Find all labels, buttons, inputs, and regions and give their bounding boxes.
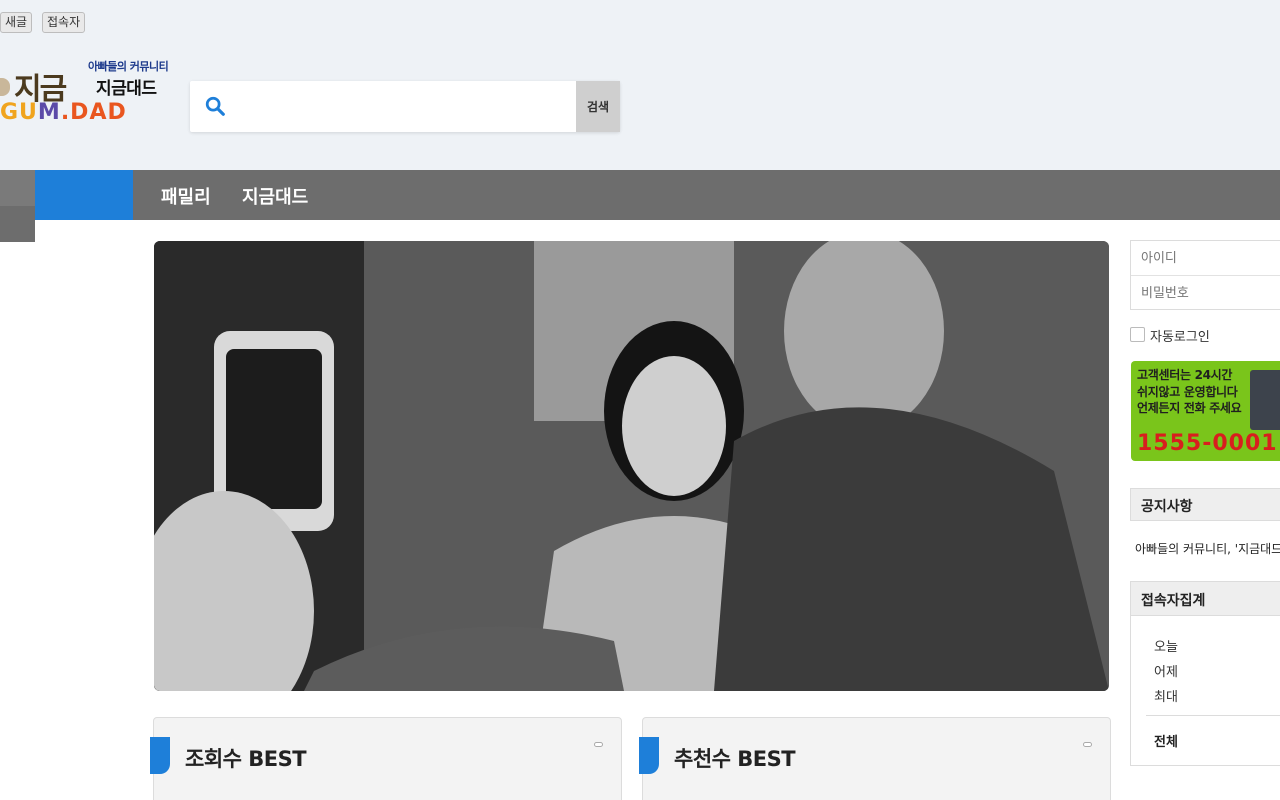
stat-yesterday-label: 어제 xyxy=(1154,665,1178,680)
panel-accent xyxy=(150,737,170,774)
more-icon[interactable] xyxy=(1083,742,1092,747)
logo-bulb-icon xyxy=(0,78,10,96)
views-best-panel: 조회수 BEST xyxy=(150,717,622,800)
logo-domain: GUM.DAD xyxy=(0,100,127,125)
search-input[interactable] xyxy=(238,89,568,124)
stats-header: 접속자집계 xyxy=(1131,582,1280,616)
stat-max-label: 최대 xyxy=(1154,690,1178,705)
notice-item[interactable]: 아빠들의 커뮤니티, '지금대드' xyxy=(1135,540,1280,557)
cs-banner-line: 고객센터는 24시간 xyxy=(1137,368,1233,382)
nav-side-tab[interactable] xyxy=(0,206,35,242)
notice-title: 공지사항 xyxy=(1141,499,1193,515)
panel-accent xyxy=(639,737,659,774)
more-icon[interactable] xyxy=(594,742,603,747)
search-box: 검색 xyxy=(190,81,620,132)
views-best-title: 조회수 BEST xyxy=(185,747,307,771)
hero-banner[interactable] xyxy=(154,241,1109,691)
search-button[interactable]: 검색 xyxy=(576,81,620,132)
stat-total-label: 전체 xyxy=(1154,735,1178,750)
cs-phone-number: 1555-0001 xyxy=(1137,431,1278,456)
visitors-button[interactable]: 접속자 xyxy=(42,12,86,33)
logo-domain-part: .DAD xyxy=(60,100,127,125)
visitor-stats-box: 접속자집계 오늘 어제 최대 전체 xyxy=(1130,581,1280,766)
recommend-best-title: 추천수 BEST xyxy=(674,747,796,771)
nav-item-family[interactable]: 패밀리 xyxy=(161,183,211,209)
main-nav: 패밀리 지금대드 xyxy=(0,170,1280,220)
hero-photo xyxy=(154,241,1109,691)
site-logo[interactable]: 지금 아빠들의 커뮤니티 지금대드 GUM.DAD xyxy=(0,50,190,130)
floating-side-panel[interactable] xyxy=(1250,370,1280,430)
stat-today-label: 오늘 xyxy=(1154,640,1178,655)
new-posts-button[interactable]: 새글 xyxy=(0,12,33,33)
login-box xyxy=(1130,240,1280,311)
password-field[interactable] xyxy=(1131,276,1280,311)
logo-name: 지금대드 xyxy=(96,79,157,99)
cs-banner-line: 쉬지않고 운영합니다 xyxy=(1137,385,1238,399)
recommend-best-panel: 추천수 BEST xyxy=(639,717,1111,800)
logo-domain-part: GU xyxy=(0,100,38,125)
notice-header: 공지사항 xyxy=(1130,488,1280,521)
nav-item-jigeumdad[interactable]: 지금대드 xyxy=(242,183,308,209)
user-id-field[interactable] xyxy=(1131,241,1280,276)
stats-title: 접속자집계 xyxy=(1141,593,1206,609)
logo-domain-part: M xyxy=(37,100,61,125)
autologin-label: 자동로그인 xyxy=(1150,330,1210,345)
checkbox-icon[interactable] xyxy=(1130,327,1145,342)
cs-banner-line: 언제든지 전화 주세요 xyxy=(1137,401,1242,415)
stats-divider xyxy=(1146,715,1280,716)
nav-side-tab[interactable] xyxy=(0,170,35,206)
logo-tagline: 아빠들의 커뮤니티 xyxy=(88,60,169,73)
search-icon xyxy=(205,96,225,116)
